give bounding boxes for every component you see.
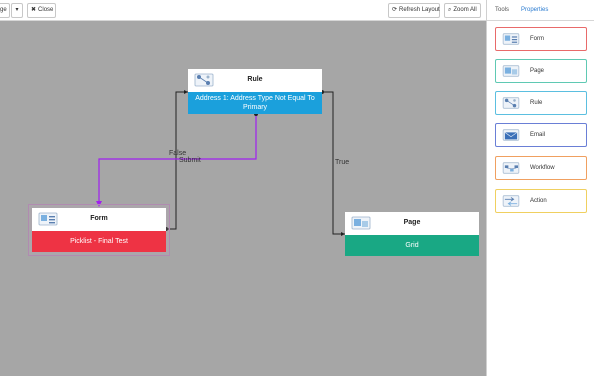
form-node-title: Form bbox=[90, 215, 108, 222]
page-node-header: Page bbox=[345, 212, 479, 235]
refresh-icon: ⟳ bbox=[392, 7, 398, 13]
tool-form[interactable]: Form bbox=[495, 27, 587, 51]
connector-rule-to-form-false[interactable] bbox=[98, 114, 257, 205]
page-node-body: Grid bbox=[345, 235, 479, 256]
tool-label: Rule bbox=[530, 100, 543, 106]
page-button[interactable]: ge bbox=[0, 3, 10, 18]
refresh-layout-label: Refresh Layout bbox=[399, 7, 440, 13]
connector-label-true: True bbox=[335, 159, 350, 166]
page-node-title: Page bbox=[403, 219, 421, 226]
close-button-label: Close bbox=[38, 7, 54, 13]
form-icon bbox=[502, 33, 520, 45]
tool-label: Workflow bbox=[530, 165, 555, 171]
tool-action[interactable]: Action bbox=[495, 189, 587, 213]
tools-panel: Tools Properties Form Page Rule Email Wo… bbox=[486, 0, 594, 376]
page-node[interactable]: Page Grid bbox=[345, 212, 479, 256]
zoom-all-label: Zoom All bbox=[453, 7, 477, 13]
diagram-toolbar: ge ▾ ✖ Close ⟳ Refresh Layout ⌕ Zoom All bbox=[0, 0, 486, 21]
tool-email[interactable]: Email bbox=[495, 123, 587, 147]
form-node-body: Picklist - Final Test bbox=[32, 231, 166, 252]
rule-node[interactable]: Rule Address 1: Address Type Not Equal T… bbox=[188, 69, 322, 114]
rule-node-body: Address 1: Address Type Not Equal To Pri… bbox=[188, 92, 322, 114]
panel-tabs: Tools Properties bbox=[487, 0, 594, 21]
tool-label: Form bbox=[530, 36, 544, 42]
refresh-layout-button[interactable]: ⟳ Refresh Layout bbox=[388, 3, 440, 18]
tool-label: Email bbox=[530, 132, 546, 138]
tab-tools[interactable]: Tools bbox=[495, 7, 509, 13]
tab-properties[interactable]: Properties bbox=[521, 7, 548, 13]
diagram-canvas[interactable]: False Submit True Rule Address 1: Addres… bbox=[0, 21, 486, 376]
page-button-label: ge bbox=[0, 7, 7, 13]
rule-node-header: Rule bbox=[188, 69, 322, 92]
form-node-header: Form bbox=[32, 208, 166, 231]
close-button[interactable]: ✖ Close bbox=[27, 3, 56, 18]
email-icon bbox=[502, 129, 520, 141]
action-icon bbox=[502, 195, 520, 207]
tool-label: Action bbox=[530, 198, 547, 204]
form-node[interactable]: Form Picklist - Final Test bbox=[32, 208, 166, 252]
tool-page[interactable]: Page bbox=[495, 59, 587, 83]
tool-rule[interactable]: Rule bbox=[495, 91, 587, 115]
page-icon bbox=[502, 65, 520, 77]
tool-label: Page bbox=[530, 68, 545, 74]
connector-label-submit: Submit bbox=[179, 157, 201, 164]
dropdown-toggle-button[interactable]: ▾ bbox=[11, 3, 23, 18]
connector-label-false: False bbox=[169, 150, 187, 157]
zoom-all-button[interactable]: ⌕ Zoom All bbox=[444, 3, 481, 18]
close-icon: ✖ bbox=[31, 7, 37, 13]
workflow-icon bbox=[502, 162, 520, 174]
tool-workflow[interactable]: Workflow bbox=[495, 156, 587, 180]
chevron-down-icon: ▾ bbox=[15, 7, 19, 13]
rule-icon bbox=[502, 97, 520, 109]
search-icon: ⌕ bbox=[448, 7, 452, 13]
rule-node-title: Rule bbox=[247, 76, 263, 83]
